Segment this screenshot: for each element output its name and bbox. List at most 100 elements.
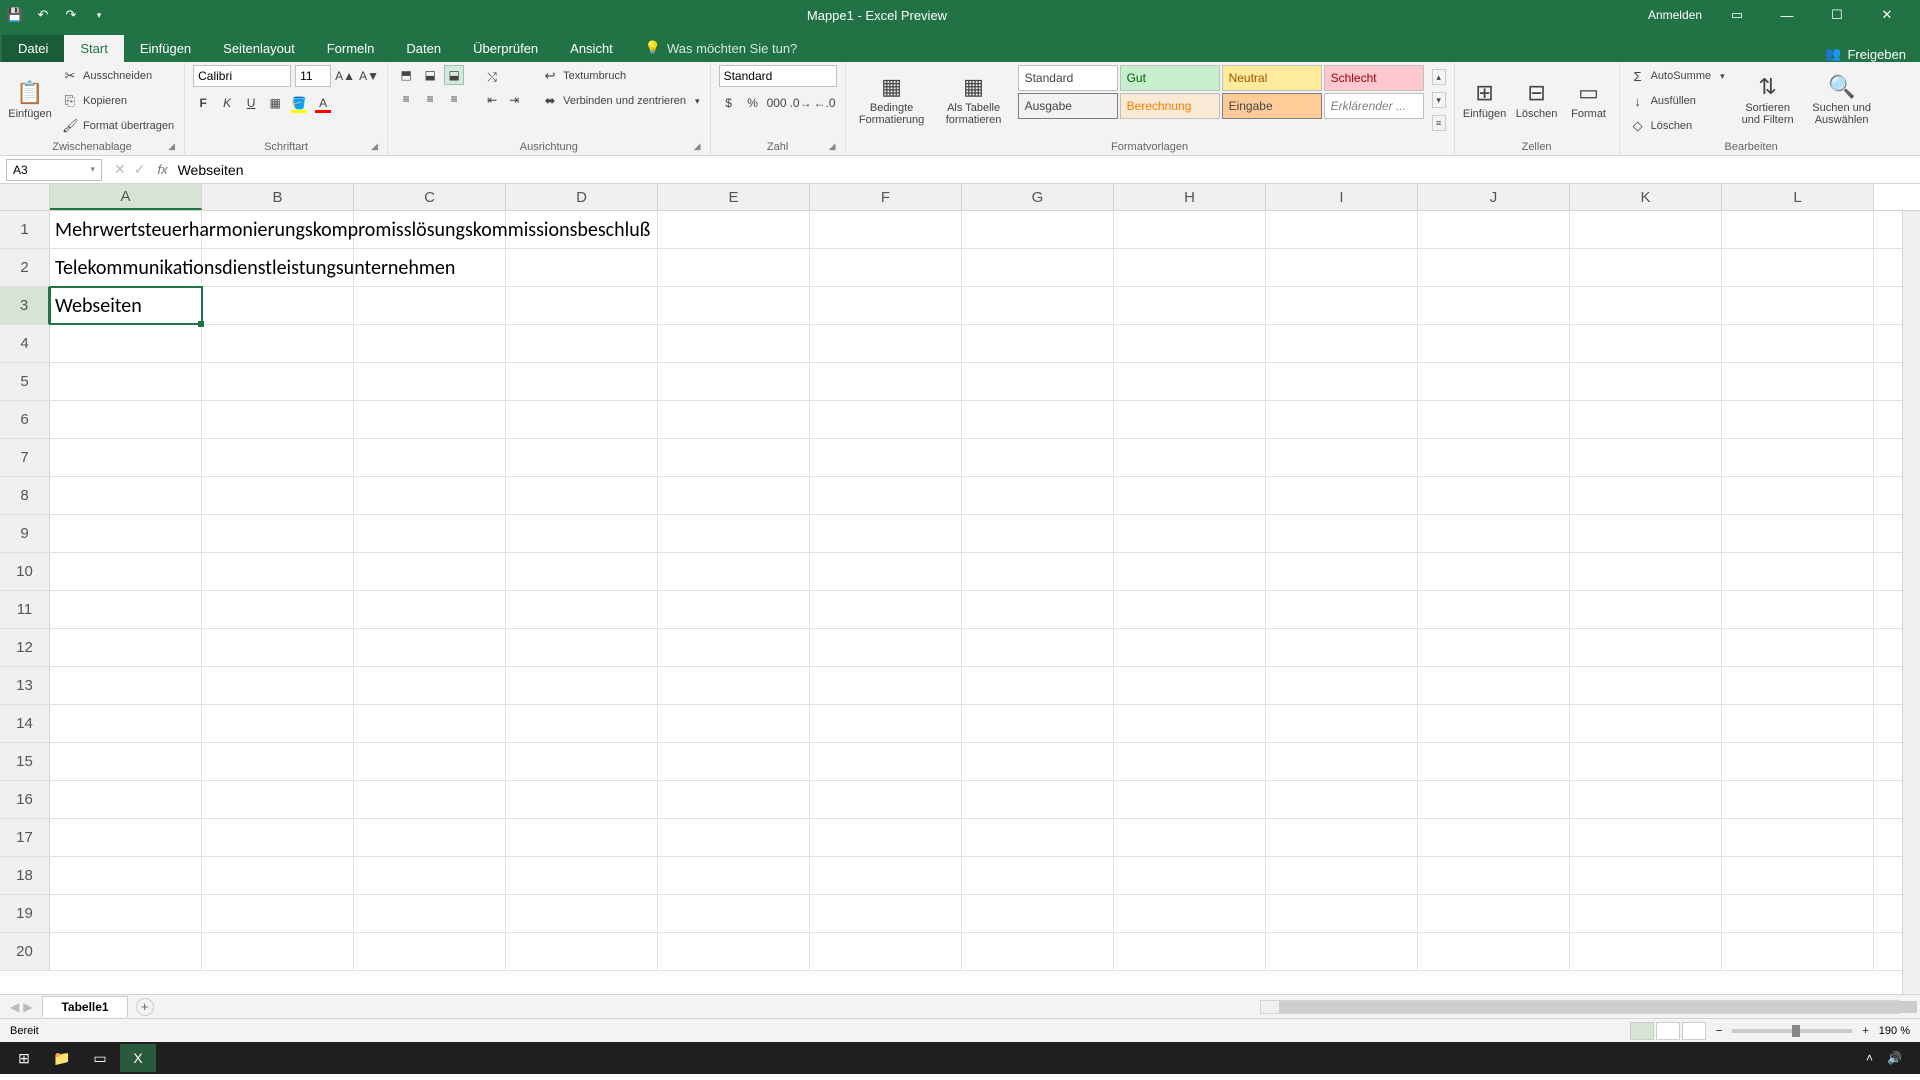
qat-dropdown-icon[interactable]: ▾ — [92, 8, 106, 22]
fill-color-button[interactable]: 🪣 — [289, 93, 309, 113]
cell-J13[interactable] — [1418, 667, 1570, 704]
cell-B13[interactable] — [202, 667, 354, 704]
view-page-layout-button[interactable] — [1656, 1022, 1680, 1040]
cell-K8[interactable] — [1570, 477, 1722, 514]
cell-L15[interactable] — [1722, 743, 1874, 780]
tab-ansicht[interactable]: Ansicht — [554, 35, 629, 62]
align-right-button[interactable]: ≡ — [444, 89, 464, 109]
cell-E8[interactable] — [658, 477, 810, 514]
cell-E13[interactable] — [658, 667, 810, 704]
cell-F9[interactable] — [810, 515, 962, 552]
decrease-font-button[interactable]: A▼ — [359, 66, 379, 86]
cell-E6[interactable] — [658, 401, 810, 438]
cell-A14[interactable] — [50, 705, 202, 742]
cell-C20[interactable] — [354, 933, 506, 970]
cell-D9[interactable] — [506, 515, 658, 552]
cell-H18[interactable] — [1114, 857, 1266, 894]
align-top-button[interactable]: ⬒ — [396, 65, 416, 85]
row-header-8[interactable]: 8 — [0, 477, 50, 514]
cell-G19[interactable] — [962, 895, 1114, 932]
cell-K9[interactable] — [1570, 515, 1722, 552]
cell-L2[interactable] — [1722, 249, 1874, 286]
cell-F14[interactable] — [810, 705, 962, 742]
cell-I9[interactable] — [1266, 515, 1418, 552]
cell-F17[interactable] — [810, 819, 962, 856]
cell-B3[interactable] — [202, 287, 354, 324]
cell-A13[interactable] — [50, 667, 202, 704]
align-bottom-button[interactable]: ⬓ — [444, 65, 464, 85]
cell-J5[interactable] — [1418, 363, 1570, 400]
dialog-launcher-font[interactable]: ◢ — [371, 141, 383, 153]
cell-F11[interactable] — [810, 591, 962, 628]
cell-L11[interactable] — [1722, 591, 1874, 628]
sheet-tab-tabelle1[interactable]: Tabelle1 — [42, 996, 127, 1017]
format-painter-button[interactable]: 🖌Format übertragen — [60, 115, 176, 137]
cell-L19[interactable] — [1722, 895, 1874, 932]
cell-K20[interactable] — [1570, 933, 1722, 970]
cell-D10[interactable] — [506, 553, 658, 590]
dialog-launcher-number[interactable]: ◢ — [829, 141, 841, 153]
cell-D13[interactable] — [506, 667, 658, 704]
font-color-button[interactable]: A — [313, 93, 333, 113]
cell-J8[interactable] — [1418, 477, 1570, 514]
tab-start[interactable]: Start — [64, 35, 123, 62]
cell-F7[interactable] — [810, 439, 962, 476]
col-header-B[interactable]: B — [202, 184, 354, 210]
cell-F10[interactable] — [810, 553, 962, 590]
align-middle-button[interactable]: ⬓ — [420, 65, 440, 85]
cell-H15[interactable] — [1114, 743, 1266, 780]
format-cells-button[interactable]: ▭Format — [1567, 65, 1611, 135]
cell-A9[interactable] — [50, 515, 202, 552]
cell-F4[interactable] — [810, 325, 962, 362]
cell-E5[interactable] — [658, 363, 810, 400]
row-header-13[interactable]: 13 — [0, 667, 50, 704]
cell-G10[interactable] — [962, 553, 1114, 590]
cell-H14[interactable] — [1114, 705, 1266, 742]
cell-E7[interactable] — [658, 439, 810, 476]
cell-B12[interactable] — [202, 629, 354, 666]
cell-E17[interactable] — [658, 819, 810, 856]
row-header-19[interactable]: 19 — [0, 895, 50, 932]
select-all-corner[interactable] — [0, 184, 50, 210]
cell-H7[interactable] — [1114, 439, 1266, 476]
accept-formula-icon[interactable]: ✓ — [134, 161, 146, 178]
cell-I2[interactable] — [1266, 249, 1418, 286]
cell-A11[interactable] — [50, 591, 202, 628]
cell-B6[interactable] — [202, 401, 354, 438]
cell-A17[interactable] — [50, 819, 202, 856]
find-select-button[interactable]: 🔍Suchen und Auswählen — [1809, 65, 1875, 135]
cell-D16[interactable] — [506, 781, 658, 818]
cell-D14[interactable] — [506, 705, 658, 742]
cell-J17[interactable] — [1418, 819, 1570, 856]
cell-I8[interactable] — [1266, 477, 1418, 514]
wrap-text-button[interactable]: ↩Textumbruch — [540, 65, 701, 87]
cell-A8[interactable] — [50, 477, 202, 514]
cell-B15[interactable] — [202, 743, 354, 780]
formula-input[interactable]: Webseiten — [176, 162, 1920, 178]
horizontal-scrollbar[interactable] — [1260, 1000, 1900, 1014]
tab-einfuegen[interactable]: Einfügen — [124, 35, 207, 62]
cell-H5[interactable] — [1114, 363, 1266, 400]
cell-K6[interactable] — [1570, 401, 1722, 438]
cell-H17[interactable] — [1114, 819, 1266, 856]
cell-B19[interactable] — [202, 895, 354, 932]
cell-F15[interactable] — [810, 743, 962, 780]
style-berechnung[interactable]: Berechnung — [1120, 93, 1220, 119]
cell-L8[interactable] — [1722, 477, 1874, 514]
style-standard[interactable]: Standard — [1018, 65, 1118, 91]
style-ausgabe[interactable]: Ausgabe — [1018, 93, 1118, 119]
cell-H9[interactable] — [1114, 515, 1266, 552]
cell-D4[interactable] — [506, 325, 658, 362]
cell-C18[interactable] — [354, 857, 506, 894]
fill-handle[interactable] — [198, 321, 204, 327]
cell-A10[interactable] — [50, 553, 202, 590]
cell-D18[interactable] — [506, 857, 658, 894]
cell-F3[interactable] — [810, 287, 962, 324]
cell-B5[interactable] — [202, 363, 354, 400]
decrease-indent-button[interactable]: ⇤ — [482, 90, 502, 110]
cell-A6[interactable] — [50, 401, 202, 438]
cell-J11[interactable] — [1418, 591, 1570, 628]
row-header-3[interactable]: 3 — [0, 287, 50, 324]
cell-L16[interactable] — [1722, 781, 1874, 818]
sheet-nav-prev[interactable]: ◀ — [10, 1000, 19, 1014]
